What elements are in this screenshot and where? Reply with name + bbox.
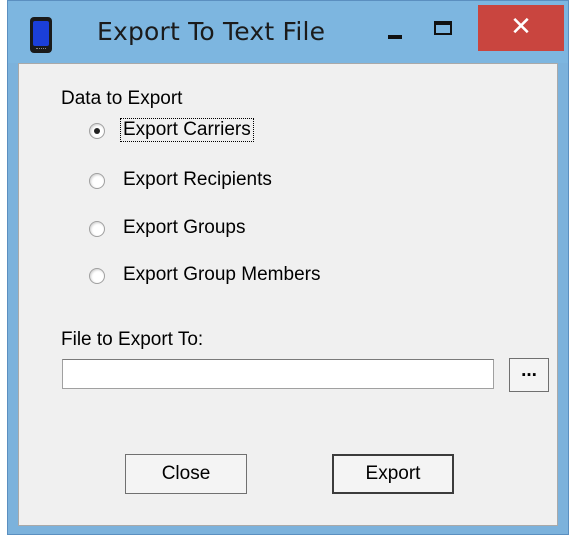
radio-button[interactable]: [89, 173, 105, 189]
close-button[interactable]: Close: [125, 454, 247, 494]
window-title: Export To Text File: [97, 17, 326, 46]
radio-label[interactable]: Export Recipients: [121, 169, 274, 191]
file-path-input[interactable]: [62, 359, 494, 389]
dialog-body: Data to Export Export Carriers Export Re…: [18, 63, 558, 526]
radio-export-carriers[interactable]: Export Carriers: [89, 118, 389, 145]
radio-button[interactable]: [89, 268, 105, 284]
radio-label[interactable]: Export Group Members: [121, 264, 322, 286]
browse-button[interactable]: ...: [509, 358, 549, 392]
radio-button-checked[interactable]: [89, 123, 105, 139]
dialog-window: Export To Text File ✕ Data to Export Exp…: [7, 0, 569, 535]
close-icon: ✕: [510, 12, 532, 42]
title-bar[interactable]: Export To Text File ✕: [8, 1, 568, 63]
minimize-button[interactable]: [372, 10, 418, 54]
radio-export-group-members[interactable]: Export Group Members: [89, 264, 389, 290]
maximize-button[interactable]: [420, 10, 466, 54]
data-to-export-label: Data to Export: [61, 88, 183, 109]
radio-button[interactable]: [89, 221, 105, 237]
export-button[interactable]: Export: [332, 454, 454, 494]
radio-export-recipients[interactable]: Export Recipients: [89, 169, 389, 195]
radio-label[interactable]: Export Carriers: [120, 118, 254, 142]
radio-label[interactable]: Export Groups: [121, 217, 248, 239]
minimize-icon: [388, 35, 402, 39]
radio-export-groups[interactable]: Export Groups: [89, 217, 389, 243]
close-window-button[interactable]: ✕: [478, 5, 564, 51]
phone-icon: [30, 17, 52, 53]
file-to-export-label: File to Export To:: [61, 329, 204, 350]
maximize-icon: [434, 21, 452, 35]
